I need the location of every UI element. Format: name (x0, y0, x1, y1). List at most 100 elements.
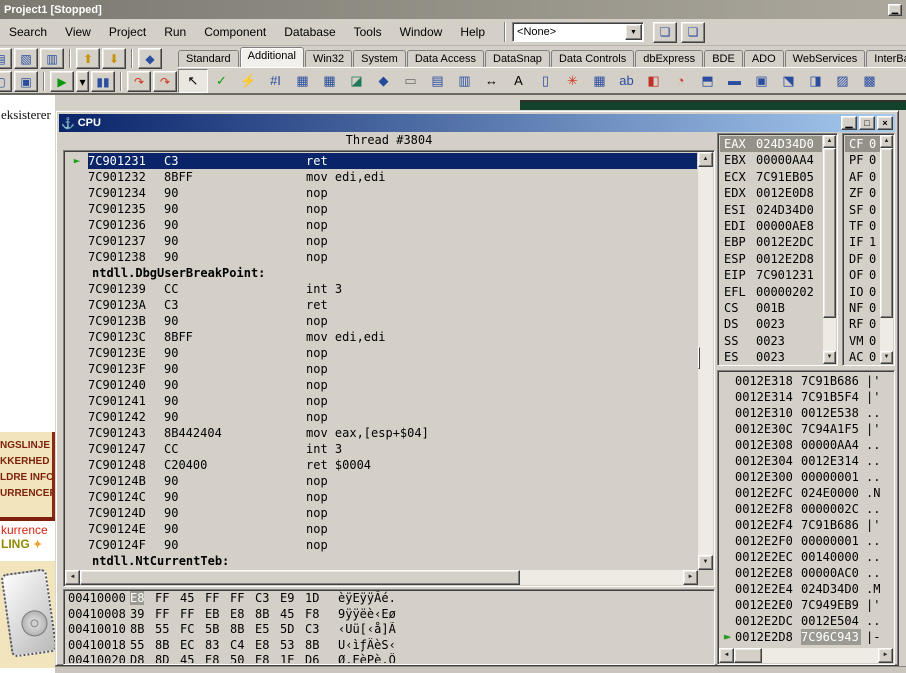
stack-row[interactable]: 0012E2DC0012E504.. (720, 613, 892, 629)
menu-run[interactable]: Run (155, 22, 195, 42)
flag-row[interactable]: SF0 (845, 202, 880, 218)
cpu-close-button[interactable]: × (877, 116, 893, 130)
scroll-down-icon[interactable]: ▼ (823, 351, 836, 364)
stack-row[interactable]: 0012E2E07C949EB9|' (720, 597, 892, 613)
help-button[interactable]: ◆ (138, 48, 162, 69)
disasm-row[interactable]: 7C901248C20400ret $0004 (66, 457, 697, 473)
new-button[interactable]: ▤ (0, 48, 12, 69)
webpage-link-ling[interactable]: LING ✦ (1, 537, 55, 551)
memory-row[interactable]: 004100108B55FC5B8BE55DC3‹Uü[‹å]Ã (66, 622, 712, 638)
disasm-label-row[interactable]: ntdll.NtCurrentTeb: (66, 553, 697, 569)
disasm-row[interactable]: 7C90123490nop (66, 185, 697, 201)
disasm-row[interactable]: 7C90124F90nop (66, 537, 697, 553)
register-row[interactable]: ESP0012E2D8 (720, 251, 822, 267)
minimize-button[interactable]: ▁ (888, 4, 902, 16)
registers-vscrollbar[interactable]: ▲ ▼ (823, 135, 836, 364)
tab-interbase[interactable]: InterBase (866, 50, 906, 67)
tab-data-controls[interactable]: Data Controls (551, 50, 634, 67)
scroll-right-icon[interactable]: ► (878, 648, 893, 663)
register-row[interactable]: EAX024D34D0 (720, 136, 822, 152)
register-row[interactable]: EIP7C901231 (720, 267, 822, 283)
scroll-down-icon[interactable]: ▼ (880, 351, 893, 364)
menu-component[interactable]: Component (195, 22, 275, 42)
component-labelededit[interactable]: ab (613, 69, 640, 93)
register-row[interactable]: SS0023 (720, 333, 822, 349)
component-actiontoolbar[interactable]: ▣ (748, 69, 775, 93)
register-row[interactable]: EFL00000202 (720, 284, 822, 300)
component-scrollbox[interactable]: ▤ (424, 69, 451, 93)
menu-help[interactable]: Help (451, 22, 494, 42)
cpu-minimize-button[interactable]: ▁ (841, 116, 857, 130)
scroll-up-icon[interactable]: ▲ (880, 135, 893, 148)
stack-row[interactable]: 0012E2F80000002C.. (720, 501, 892, 517)
scroll-left-icon[interactable]: ◄ (719, 648, 734, 663)
flag-row[interactable]: AC0 (845, 349, 880, 363)
stack-hscrollbar[interactable]: ◄ ► (719, 648, 893, 663)
tab-webservices[interactable]: WebServices (785, 50, 866, 67)
flags-vscrollbar[interactable]: ▲ ▼ (880, 135, 893, 364)
component-twilightcolormap[interactable]: ▩ (856, 69, 883, 93)
webpage-nav-link[interactable]: LDRE INFO (0, 470, 52, 486)
tab-dbexpress[interactable]: dbExpress (635, 50, 703, 67)
webpage-link-kurrence[interactable]: kurrence (1, 523, 55, 537)
flag-row[interactable]: IF1 (845, 234, 880, 250)
disassembly-vscrollbar[interactable]: ▲ ▼ (698, 152, 713, 570)
desktop-combo[interactable]: <None> ▼ (512, 22, 644, 42)
open-button[interactable]: ▧ (14, 48, 38, 69)
webpage-nav-link[interactable]: NGSLINJE (0, 438, 52, 454)
cpu-titlebar[interactable]: ⚓ CPU ▁ □ × (59, 114, 895, 132)
stack-row[interactable]: 0012E3147C91B5F4|' (720, 389, 892, 405)
flag-row[interactable]: VM0 (845, 333, 880, 349)
disasm-row[interactable]: 7C90124B90nop (66, 473, 697, 489)
tab-additional[interactable]: Additional (240, 47, 304, 67)
menu-tools[interactable]: Tools (345, 22, 391, 42)
component-standardcolormap[interactable]: ▨ (829, 69, 856, 93)
webpage-nav-link[interactable]: URRENCER (0, 486, 52, 502)
memory-row[interactable]: 00410020D88D45E850E81ED6Ø.EèPè.Ö (66, 653, 712, 663)
step-over-button[interactable]: ↷ (153, 71, 177, 92)
save-desktop-button[interactable]: ❏ (653, 22, 677, 43)
disasm-row[interactable]: 7C90124D90nop (66, 505, 697, 521)
stack-row[interactable]: 0012E30800000AA4.. (720, 437, 892, 453)
register-row[interactable]: EBP0012E2DC (720, 234, 822, 250)
disasm-row[interactable]: 7C90123B90nop (66, 313, 697, 329)
tab-bde[interactable]: BDE (704, 50, 743, 67)
component-stringgrid[interactable]: ▦ (289, 69, 316, 93)
disasm-row[interactable]: 7C90123C8BFFmov edi,edi (66, 329, 697, 345)
disasm-row[interactable]: 7C90123590nop (66, 201, 697, 217)
component-actionmanager[interactable]: ⬒ (694, 69, 721, 93)
component-speedbutton[interactable]: ⚡ (235, 69, 262, 93)
disasm-row[interactable]: 7C90123AC3ret (66, 297, 697, 313)
stack-row[interactable]: 0012E3040012E314.. (720, 453, 892, 469)
register-row[interactable]: EDI00000AE8 (720, 218, 822, 234)
component-drawgrid[interactable]: ▦ (316, 69, 343, 93)
disasm-row[interactable]: 7C90123F90nop (66, 361, 697, 377)
flag-row[interactable]: ZF0 (845, 185, 880, 201)
tab-win32[interactable]: Win32 (305, 50, 352, 67)
scroll-left-icon[interactable]: ◄ (65, 570, 80, 585)
component-colorbox[interactable]: ◧ (640, 69, 667, 93)
scrollbar-thumb[interactable] (823, 148, 836, 318)
disasm-row[interactable]: 7C90123790nop (66, 233, 697, 249)
component-maskedit[interactable]: #I (262, 69, 289, 93)
menu-database[interactable]: Database (275, 22, 344, 42)
scroll-down-icon[interactable]: ▼ (698, 555, 713, 570)
stack-row[interactable]: 0012E30C7C94A1F5|' (720, 421, 892, 437)
component-applicationevents[interactable]: ✳ (559, 69, 586, 93)
disasm-row[interactable]: 7C90123690nop (66, 217, 697, 233)
disasm-row[interactable]: 7C90124290nop (66, 409, 697, 425)
disasm-label-row[interactable]: ntdll.DbgUserBreakPoint: (66, 265, 697, 281)
register-row[interactable]: CS001B (720, 300, 822, 316)
flag-row[interactable]: PF0 (845, 152, 880, 168)
webpage-nav-link[interactable]: KKERHED (0, 454, 52, 470)
register-row[interactable]: ECX7C91EB05 (720, 169, 822, 185)
run-dropdown-button[interactable]: ▾ (76, 71, 89, 92)
stack-row[interactable]: 0012E2F000000001.. (720, 533, 892, 549)
save-button[interactable]: ▥ (40, 48, 64, 69)
flag-row[interactable]: AF0 (845, 169, 880, 185)
register-row[interactable]: EDX0012E0D8 (720, 185, 822, 201)
trace-into-button[interactable]: ↷ (127, 71, 151, 92)
set-debug-desktop-button[interactable]: ❏ (681, 22, 705, 43)
disasm-row[interactable]: 7C90124E90nop (66, 521, 697, 537)
disasm-row[interactable]: 7C9012328BFFmov edi,edi (66, 169, 697, 185)
